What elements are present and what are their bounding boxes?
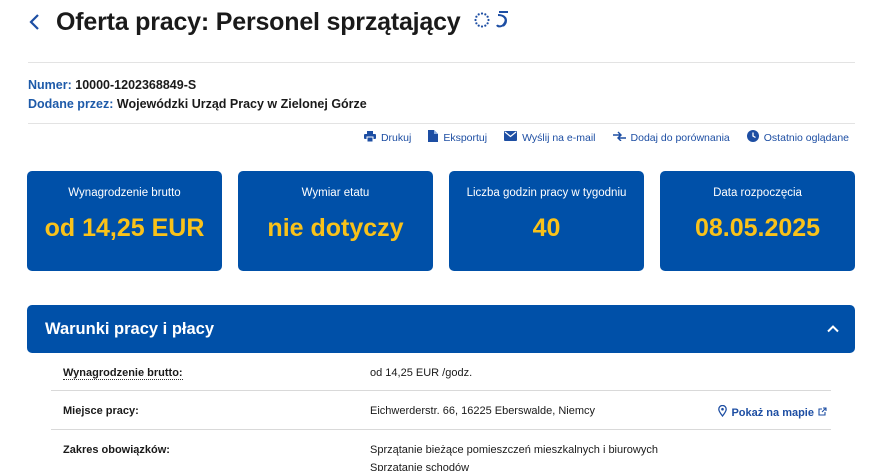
conditions-panel-header[interactable]: Warunki pracy i płacy: [27, 305, 855, 353]
compare-icon: [612, 131, 626, 144]
mail-icon: [504, 131, 518, 144]
panel-title: Warunki pracy i płacy: [45, 319, 215, 338]
email-button[interactable]: Wyślij na e-mail: [504, 130, 596, 145]
print-label: Drukuj: [380, 131, 412, 144]
added-by-label: Dodane przez:: [28, 97, 114, 111]
card-value: 40: [532, 214, 561, 242]
row-key: Wynagrodzenie brutto:: [51, 367, 370, 380]
file-icon: [428, 130, 439, 145]
number-value: 10000-1202368849-S: [75, 78, 197, 92]
external-link-icon: [818, 406, 827, 419]
salary-key: Wynagrodzenie brutto:: [63, 367, 183, 380]
eu-icons: [473, 10, 512, 35]
card-value: od 14,25 EUR: [44, 214, 205, 242]
card-label: Wynagrodzenie brutto: [68, 187, 181, 199]
action-bar: Drukuj Eksportuj Wyślij na e-mail Dodaj …: [363, 130, 849, 145]
duties-key: Zakres obowiązków:: [63, 444, 170, 456]
table-row: Miejsce pracy: Eichwerderstr. 66, 16225 …: [51, 391, 831, 430]
eures-icon: [494, 10, 512, 35]
chevron-up-icon[interactable]: [826, 320, 840, 338]
card-value: 08.05.2025: [694, 214, 821, 242]
page-title: Oferta pracy: Personel sprzątający: [56, 7, 461, 36]
duty-item: Sprzątanie schodów: [370, 462, 470, 471]
table-row: Wynagrodzenie brutto: od 14,25 EUR /godz…: [51, 353, 831, 391]
workplace-key: Miejsce pracy:: [63, 405, 139, 417]
header: Oferta pracy: Personel sprzątający: [28, 6, 512, 38]
recently-viewed-button[interactable]: Ostatnio oglądane: [746, 130, 849, 145]
card-value: nie dotyczy: [267, 214, 404, 242]
employment-type-card: Wymiar etatu nie dotyczy: [238, 171, 433, 271]
clock-icon: [746, 130, 759, 145]
show-on-map-label: Pokaż na mapie: [731, 406, 814, 419]
duty-item: Sprzątanie bieżące pomieszczeń mieszkaln…: [370, 444, 658, 456]
print-icon: [363, 130, 376, 145]
print-button[interactable]: Drukuj: [363, 130, 412, 145]
divider: [28, 123, 855, 124]
card-label: Data rozpoczęcia: [713, 187, 802, 199]
card-label: Liczba godzin pracy w tygodniu: [466, 187, 627, 199]
number-label: Numer:: [28, 78, 72, 92]
map-pin-icon: [718, 404, 728, 420]
back-chevron-icon[interactable]: [28, 10, 48, 34]
show-on-map-link[interactable]: Pokaż na mapie: [718, 404, 831, 420]
eu-stars-icon: [473, 11, 491, 34]
start-date-card: Data rozpoczęcia 08.05.2025: [660, 171, 855, 271]
recently-viewed-label: Ostatnio oglądane: [763, 131, 849, 144]
compare-button[interactable]: Dodaj do porównania: [612, 130, 730, 145]
weekly-hours-card: Liczba godzin pracy w tygodniu 40: [449, 171, 644, 271]
table-row: Zakres obowiązków: Sprzątanie bieżące po…: [51, 430, 831, 471]
divider: [28, 62, 855, 63]
added-by-value: Wojewódzki Urząd Pracy w Zielonej Górze: [116, 97, 367, 111]
conditions-table: Wynagrodzenie brutto: od 14,25 EUR /godz…: [51, 353, 831, 471]
card-label: Wymiar etatu: [301, 187, 370, 199]
duties-value: Sprzątanie bieżące pomieszczeń mieszkaln…: [370, 444, 831, 471]
compare-label: Dodaj do porównania: [630, 131, 730, 144]
salary-card: Wynagrodzenie brutto od 14,25 EUR: [27, 171, 222, 271]
summary-cards: Wynagrodzenie brutto od 14,25 EUR Wymiar…: [27, 171, 855, 271]
workplace-value: Eichwerderstr. 66, 16225 Eberswalde, Nie…: [370, 405, 595, 417]
export-button[interactable]: Eksportuj: [428, 130, 487, 145]
salary-value: od 14,25 EUR /godz.: [370, 367, 473, 379]
email-label: Wyślij na e-mail: [522, 131, 596, 144]
offer-meta: Numer: 10000-1202368849-S Dodane przez: …: [28, 76, 367, 114]
export-label: Eksportuj: [443, 131, 488, 144]
